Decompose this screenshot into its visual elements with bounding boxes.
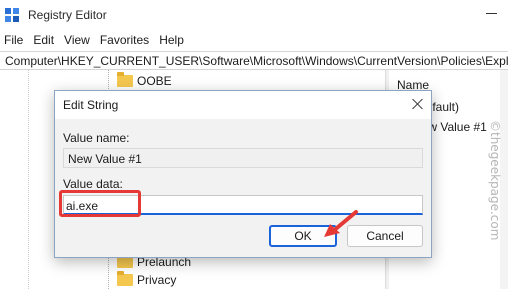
menu-view[interactable]: View: [59, 33, 95, 47]
window-title: Registry Editor: [28, 8, 107, 22]
watermark-text: ©thegeekpage.com: [488, 120, 502, 241]
menu-file[interactable]: File: [0, 33, 28, 47]
close-icon[interactable]: [411, 97, 425, 111]
tree-item-privacy[interactable]: Privacy: [117, 271, 176, 289]
tree-item-oobe[interactable]: OOBE: [117, 72, 172, 90]
folder-icon: [117, 72, 133, 87]
minimize-button[interactable]: [486, 13, 497, 14]
folder-icon: [117, 271, 133, 286]
value-name-field: New Value #1: [63, 148, 423, 168]
menu-favorites[interactable]: Favorites: [95, 33, 154, 47]
menu-edit[interactable]: Edit: [28, 33, 59, 47]
value-name-text: New Value #1: [68, 152, 142, 166]
dialog-title-bar: Edit String: [55, 91, 431, 119]
menu-bar: File Edit View Favorites Help: [0, 30, 508, 50]
address-path: Computer\HKEY_CURRENT_USER\Software\Micr…: [5, 54, 508, 68]
tree-guide-line: [28, 70, 29, 289]
edit-string-dialog: Edit String Value name: New Value #1 Val…: [54, 90, 432, 258]
highlight-annotation: [59, 190, 141, 217]
title-bar: Registry Editor: [0, 0, 508, 30]
value-data-label: Value data:: [63, 177, 123, 191]
dialog-title: Edit String: [63, 98, 119, 112]
tree-item-label: OOBE: [137, 74, 172, 88]
menu-help[interactable]: Help: [154, 33, 189, 47]
registry-editor-icon: [5, 8, 19, 22]
tree-item-label: Privacy: [137, 273, 177, 287]
address-bar[interactable]: Computer\HKEY_CURRENT_USER\Software\Micr…: [0, 51, 508, 70]
watermark: ©thegeekpage.com: [488, 120, 502, 250]
arrow-annotation-icon: [324, 210, 358, 237]
value-name-label: Value name:: [63, 131, 130, 145]
